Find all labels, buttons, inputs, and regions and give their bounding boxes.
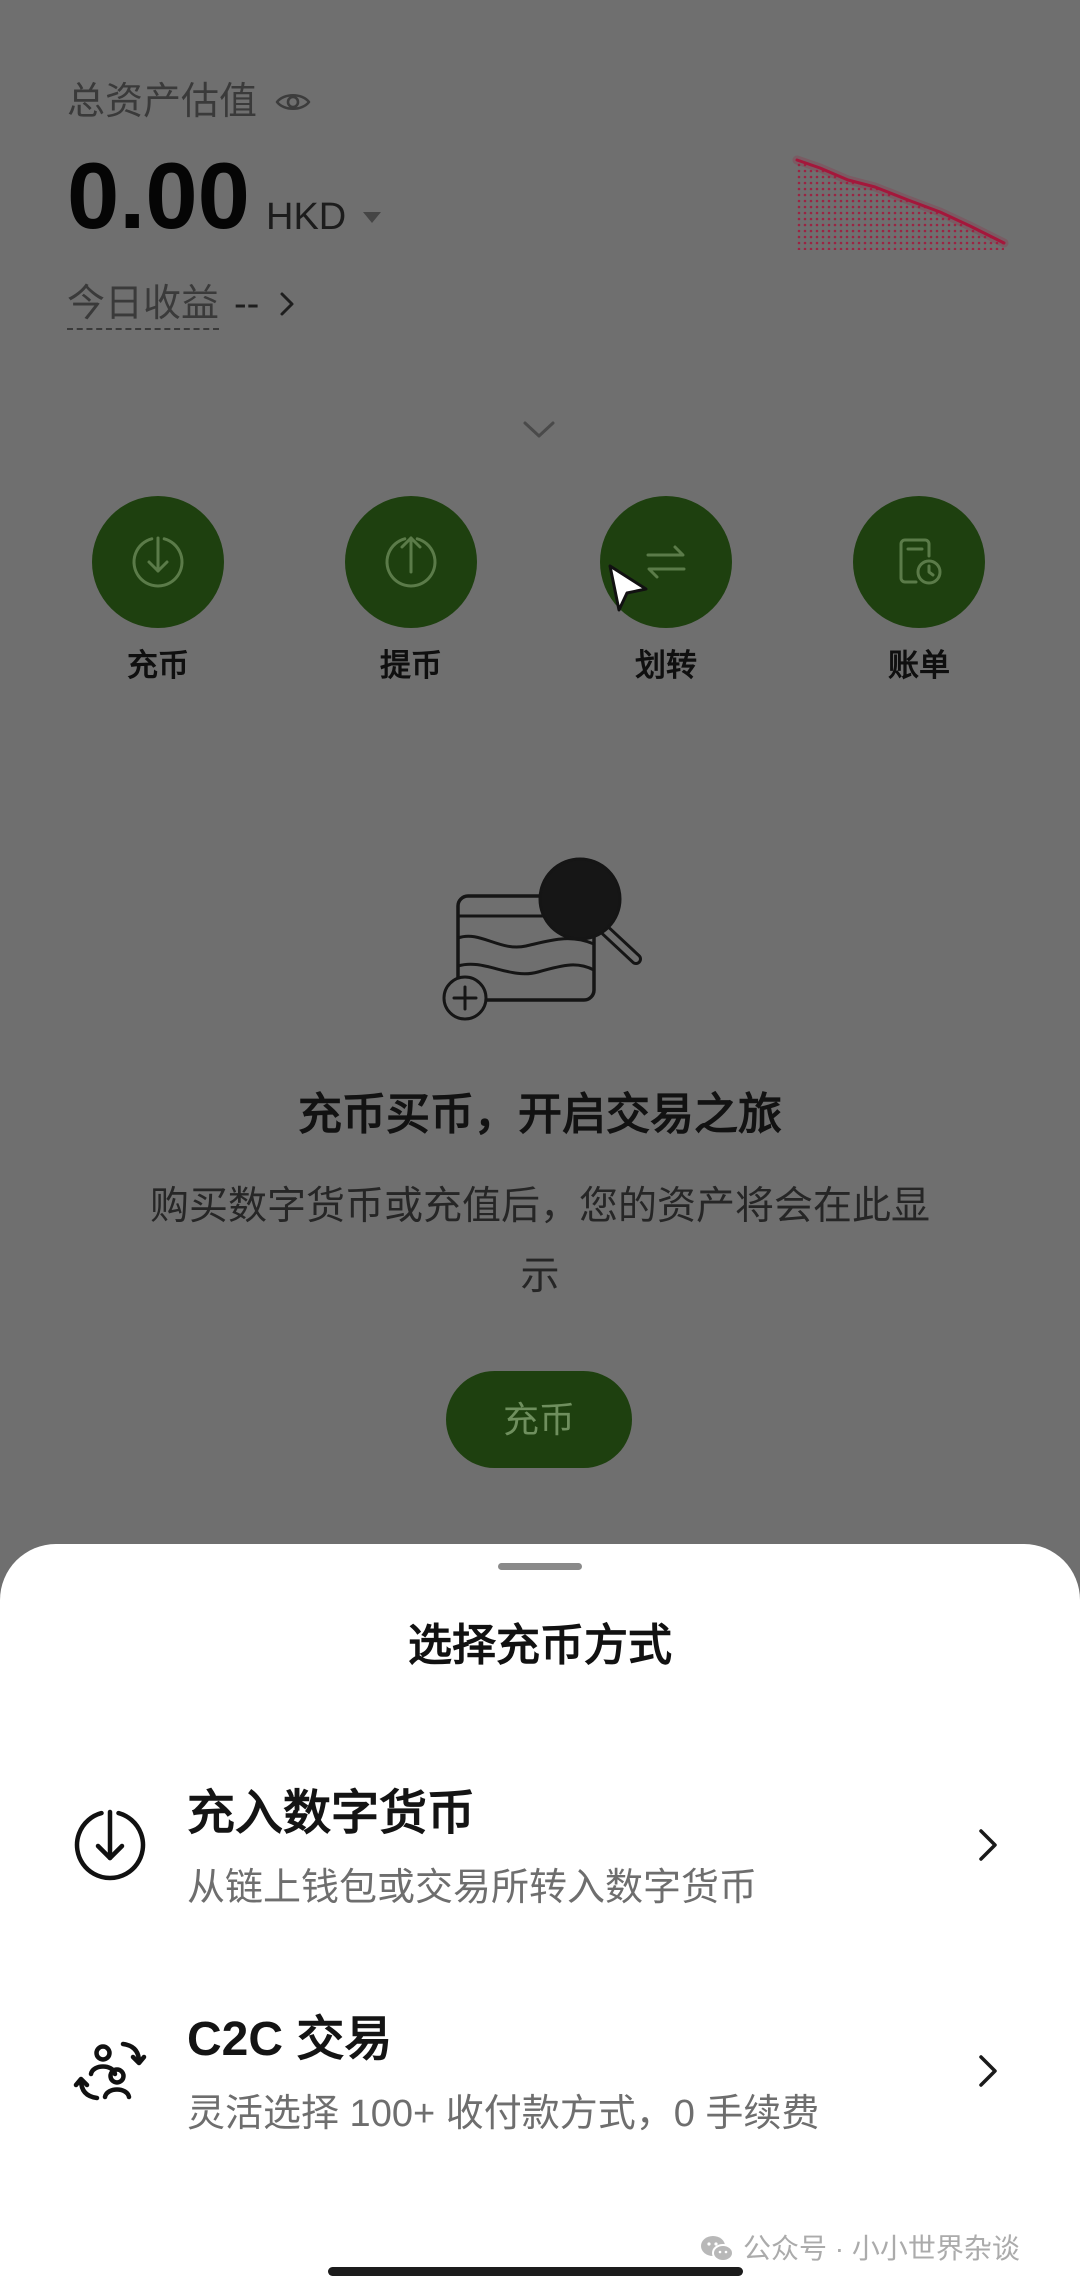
- asset-sparkline: [792, 155, 1009, 250]
- total-assets-amount: 0.00: [67, 143, 250, 248]
- today-earnings-value: --: [234, 283, 260, 325]
- chevron-right-icon: [280, 292, 294, 316]
- eye-icon[interactable]: [275, 90, 311, 114]
- today-earnings-label: 今日收益: [67, 280, 220, 330]
- action-transfer-label: 划转: [635, 648, 697, 683]
- wechat-icon: [701, 2236, 734, 2262]
- wallet-search-illustration: [442, 857, 642, 1021]
- sheet-drag-handle[interactable]: [498, 1563, 582, 1570]
- watermark-text: 公众号 · 小小世界杂谈: [743, 2233, 1020, 2264]
- action-deposit[interactable]: 充币: [68, 496, 248, 686]
- action-bill[interactable]: 账单: [829, 496, 1009, 686]
- deposit-method-sheet: 选择充币方式 充入数字货币 从链上钱包或交易所转入数字货币 C2C 交易 灵活选…: [0, 1544, 1080, 2294]
- option-subtitle: 从链上钱包或交易所转入数字货币: [187, 1867, 758, 1909]
- empty-state-title: 充币买币，开启交易之旅: [298, 1090, 782, 1139]
- home-indicator[interactable]: [328, 2267, 743, 2276]
- today-earnings-row[interactable]: 今日收益 --: [67, 280, 295, 332]
- chevron-down-icon[interactable]: [522, 420, 556, 440]
- option-subtitle: 灵活选择 100+ 收付款方式，0 手续费: [187, 2093, 820, 2135]
- option-title: C2C 交易: [187, 2013, 393, 2066]
- bill-icon: [899, 538, 942, 585]
- total-assets-label: 总资产估值: [67, 81, 258, 123]
- caret-down-icon: [363, 211, 382, 223]
- option-crypto-deposit[interactable]: 充入数字货币 从链上钱包或交易所转入数字货币: [0, 1769, 1080, 1919]
- action-transfer[interactable]: 划转: [576, 496, 756, 686]
- action-bill-button[interactable]: [853, 496, 985, 628]
- empty-state-description: 购买数字货币或充值后，您的资产将会在此显示: [149, 1185, 930, 1298]
- option-c2c-trade[interactable]: C2C 交易 灵活选择 100+ 收付款方式，0 手续费: [0, 1995, 1080, 2145]
- deposit-icon: [132, 536, 184, 588]
- watermark: 公众号 · 小小世界杂谈: [699, 2231, 1020, 2267]
- withdraw-icon: [385, 536, 437, 588]
- chevron-right-icon: [979, 2055, 997, 2087]
- option-title: 充入数字货币: [187, 1787, 476, 1840]
- action-deposit-button[interactable]: [92, 496, 224, 628]
- action-withdraw-label: 提币: [380, 648, 442, 683]
- empty-state-deposit-button[interactable]: 充币: [446, 1371, 632, 1468]
- sheet-title: 选择充币方式: [408, 1621, 672, 1670]
- c2c-exchange-icon: [73, 2041, 147, 2101]
- action-bill-label: 账单: [888, 648, 950, 683]
- action-withdraw[interactable]: 提币: [321, 496, 501, 686]
- chevron-right-icon: [979, 1829, 997, 1861]
- currency-code: HKD: [266, 196, 347, 238]
- action-deposit-label: 充币: [127, 648, 189, 683]
- mouse-cursor-icon: [608, 564, 648, 612]
- action-withdraw-button[interactable]: [345, 496, 477, 628]
- download-circle-icon: [74, 1809, 146, 1881]
- currency-selector[interactable]: HKD: [266, 193, 382, 241]
